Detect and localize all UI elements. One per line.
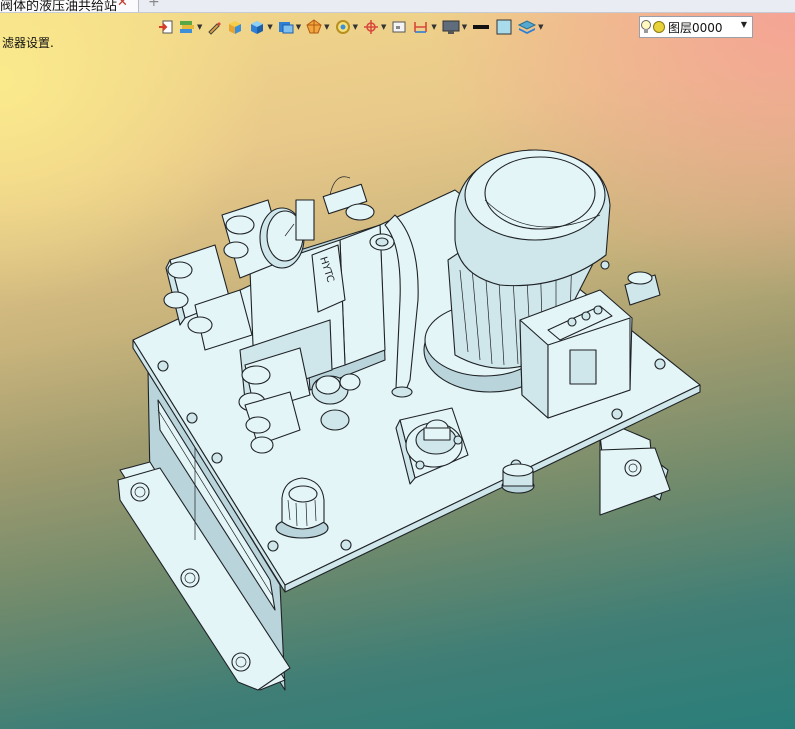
layer-manager-icon[interactable]: ▼ [517,17,544,37]
view-orientation-icon[interactable]: ▼ [277,17,301,37]
layers-stack-icon[interactable]: ▼ [178,17,202,37]
document-tab-title: 阀体的液压油共给站 [0,0,118,14]
render-style-icon[interactable]: ▼ [305,17,330,37]
fill-color-swatch[interactable] [495,17,513,37]
display-monitor-icon[interactable]: ▼ [441,17,467,37]
electric-motor [423,149,661,419]
suction-port [501,463,535,494]
view-toolbar: ▼ ▼ ▼ ▼ ▼ ▼ ▼ ▼ ▼ [158,16,548,38]
document-tab-bar: 阀体的液压油共给站 ✕ + [0,0,795,14]
shaded-cube-icon[interactable] [226,17,244,37]
command-prompt-text: 滤器设置. [2,36,54,50]
layer-dropdown[interactable]: 图层0000 ▼ [639,16,753,38]
hydraulic-power-unit-model[interactable]: HYTC [0,0,795,729]
close-tab-icon[interactable]: ✕ [117,0,128,10]
layer-color-dot-icon [653,21,665,33]
zoom-fit-icon[interactable]: ▼ [334,17,358,37]
line-color-swatch[interactable] [471,17,491,37]
dimension-icon[interactable]: ▼ [412,17,437,37]
cube-icon[interactable]: ▼ [248,17,273,37]
pencil-icon[interactable] [206,17,222,37]
exit-sketch-icon[interactable] [158,17,174,37]
section-box-icon[interactable] [390,17,408,37]
3d-viewport[interactable]: HYTC 阀体的液压油共给站 ✕ + 滤器设置. ▼ ▼ ▼ ▼ ▼ ▼ ▼ ▼… [0,0,795,729]
origin-crosshair-icon[interactable]: ▼ [362,17,386,37]
chevron-down-icon[interactable]: ▼ [741,20,747,29]
layer-name: 图层0000 [668,20,723,35]
lightbulb-icon[interactable] [640,19,652,35]
document-tab[interactable]: 阀体的液压油共给站 ✕ [0,0,139,14]
add-tab-icon[interactable]: + [148,0,160,10]
